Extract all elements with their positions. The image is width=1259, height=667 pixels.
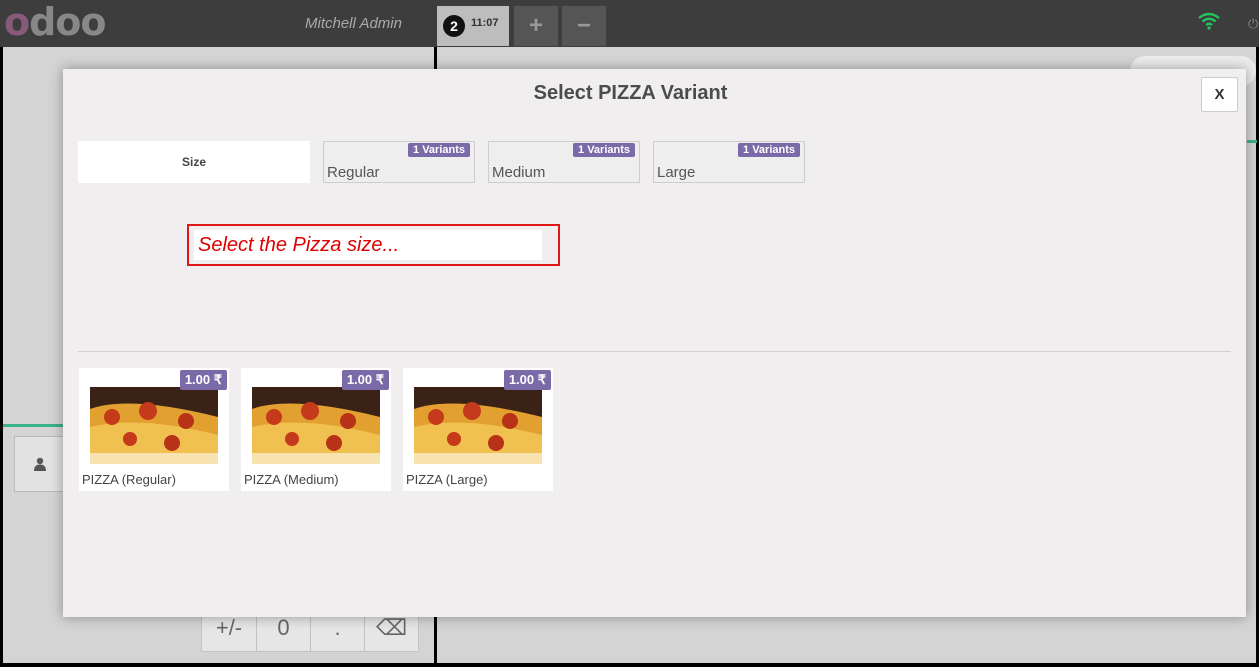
pizza-image: [252, 387, 380, 464]
order-tab[interactable]: 2 11:07: [437, 6, 509, 46]
pizza-image: [90, 387, 218, 464]
dialog-title: Select PIZZA Variant: [533, 82, 728, 104]
pane-accent-line: [3, 424, 63, 427]
odoo-logo: odoo: [4, 0, 107, 44]
user-icon: [34, 457, 46, 471]
close-button[interactable]: X: [1201, 77, 1238, 112]
variant-option-label: Regular: [327, 164, 380, 181]
product-name: PIZZA (Large): [406, 472, 488, 487]
close-pos-icon[interactable]: ⏻: [1248, 16, 1258, 32]
price-badge: 1.00 ₹: [341, 370, 389, 390]
wifi-icon[interactable]: [1198, 12, 1220, 30]
price-badge: 1.00 ₹: [179, 370, 227, 390]
variant-count-badge: 1 Variants: [408, 143, 470, 157]
price-badge: 1.00 ₹: [503, 370, 551, 390]
variant-option-large[interactable]: 1 Variants Large: [653, 141, 805, 183]
size-hint-box: Select the Pizza size...: [187, 224, 560, 266]
variant-option-medium[interactable]: 1 Variants Medium: [488, 141, 640, 183]
variant-count-badge: 1 Variants: [573, 143, 635, 157]
order-time: 11:07: [471, 17, 499, 29]
order-number-badge: 2: [443, 15, 465, 37]
product-card-large[interactable]: 1.00 ₹ PIZZA (Large): [403, 368, 553, 491]
add-order-button[interactable]: +: [514, 6, 558, 46]
divider: [78, 351, 1231, 352]
user-name[interactable]: Mitchell Admin: [305, 15, 402, 32]
variant-option-label: Medium: [492, 164, 546, 181]
product-card-medium[interactable]: 1.00 ₹ PIZZA (Medium): [241, 368, 391, 491]
customer-button[interactable]: [14, 436, 65, 492]
product-card-regular[interactable]: 1.00 ₹ PIZZA (Regular): [79, 368, 229, 491]
product-name: PIZZA (Medium): [244, 472, 339, 487]
variant-count-badge: 1 Variants: [738, 143, 800, 157]
variant-dialog: Select PIZZA Variant X Size 1 Variants R…: [63, 69, 1246, 617]
remove-order-button[interactable]: −: [562, 6, 606, 46]
variant-option-label: Large: [657, 164, 696, 181]
product-name: PIZZA (Regular): [82, 472, 176, 487]
top-bar: odoo Mitchell Admin 2 11:07 + − ⏻: [0, 0, 1259, 47]
pane-accent-line-right: [1247, 140, 1257, 143]
pizza-image: [414, 387, 542, 464]
size-hint-text: Select the Pizza size...: [198, 234, 400, 256]
variant-option-regular[interactable]: 1 Variants Regular: [323, 141, 475, 183]
attribute-name: Size: [78, 141, 310, 183]
